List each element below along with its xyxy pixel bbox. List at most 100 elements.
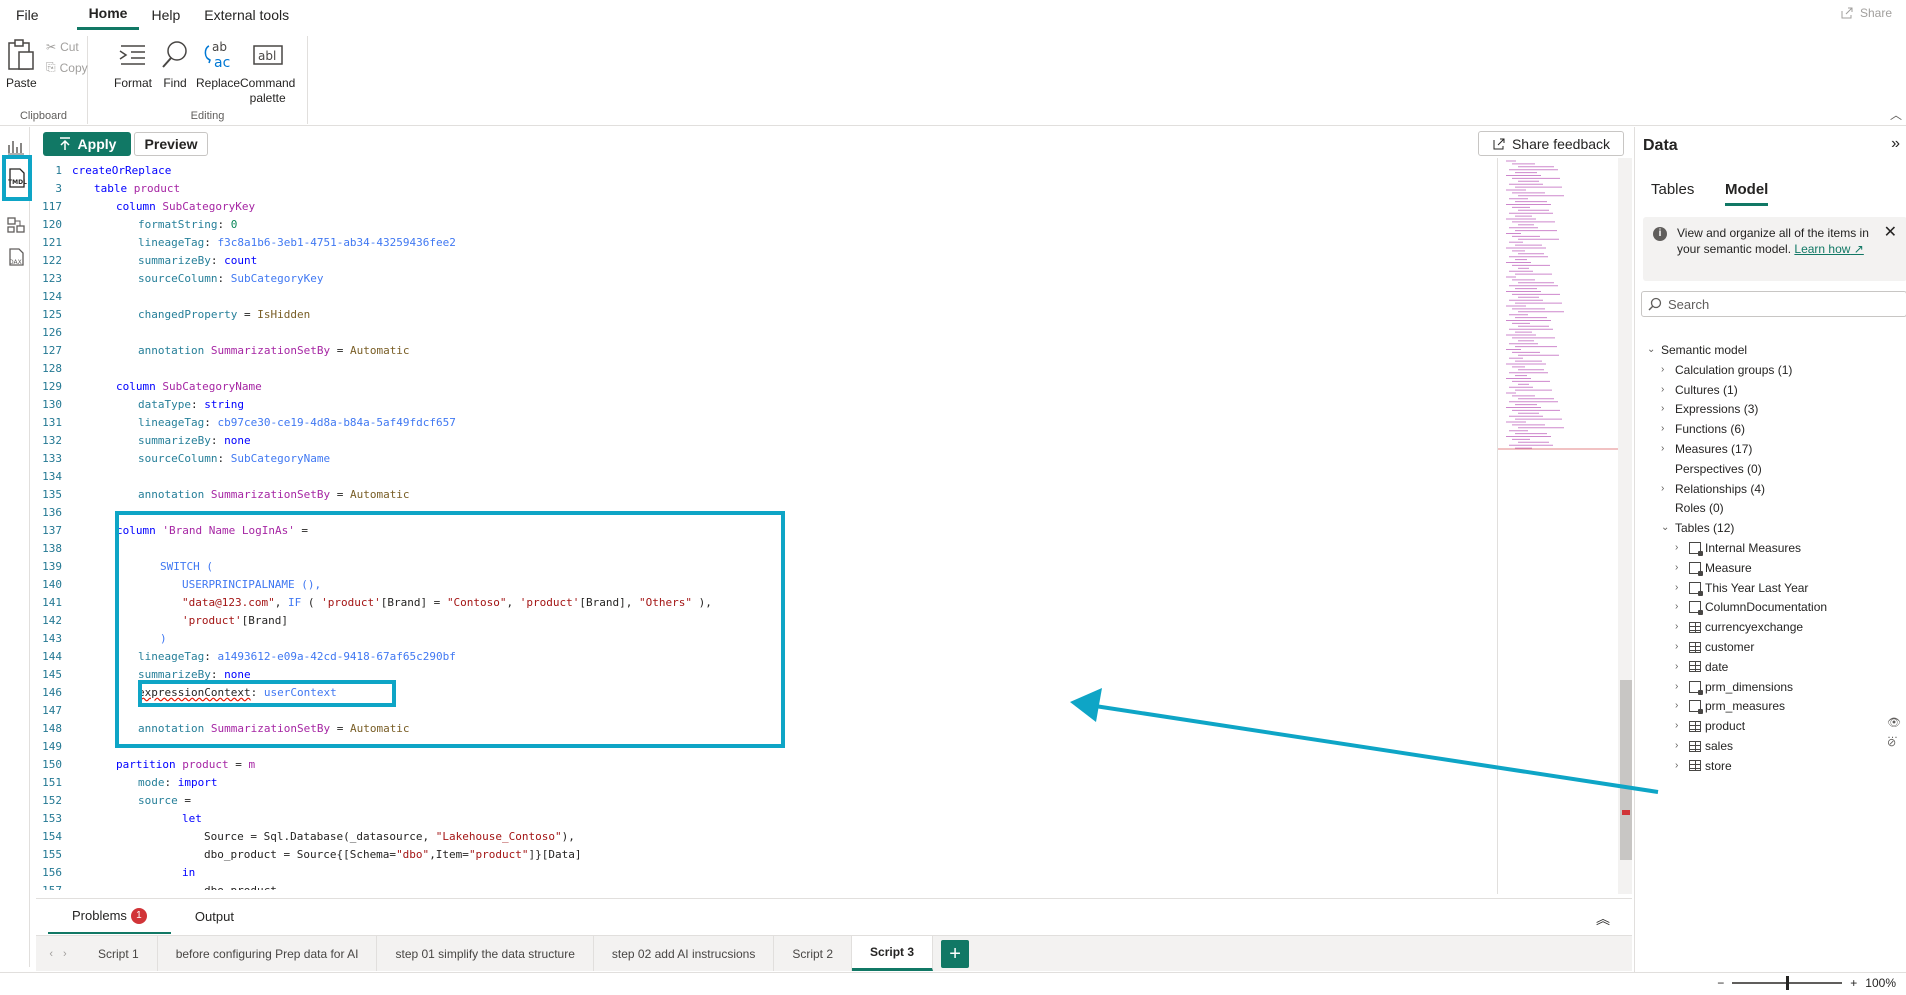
chevron-right-icon[interactable]: › [1675,716,1685,736]
tree-group[interactable]: › Cultures (1) [1661,380,1738,400]
preview-button[interactable]: Preview [134,132,208,156]
zoom-in-icon[interactable]: + [1850,976,1857,990]
tree-group[interactable]: Perspectives (0) [1661,459,1762,479]
code-line[interactable]: 3 table product [36,180,1498,198]
code-minimap[interactable] [1497,158,1620,894]
code-line[interactable]: 120 formatString: 0 [36,216,1498,234]
prev-tab-icon[interactable]: ‹ [49,948,53,960]
code-line[interactable]: 154 Source = Sql.Database(_datasource, "L… [36,828,1498,846]
script-tab[interactable]: step 01 simplify the data structure [377,936,594,971]
code-line[interactable]: 155 dbo_product = Source{[Schema="dbo",It… [36,846,1498,864]
chevron-right-icon[interactable]: › [1661,479,1671,499]
script-tab[interactable]: Script 1 [80,936,158,971]
chevron-right-icon[interactable]: › [1675,558,1685,578]
code-line[interactable]: 134 [36,468,1498,486]
chevron-right-icon[interactable]: › [1675,756,1685,776]
menu-file[interactable]: File [0,0,51,30]
chevron-right-icon[interactable]: › [1675,617,1685,637]
zoom-slider-thumb[interactable] [1786,976,1790,990]
tree-table-measure[interactable]: › Measure [1675,558,1752,578]
next-tab-icon[interactable]: › [63,948,67,960]
tree-table-prm_dimensions[interactable]: › prm_dimensions [1675,677,1793,697]
menu-external-tools[interactable]: External tools [192,0,301,30]
code-line[interactable]: 157 dbo_product [36,882,1498,890]
expand-panel-icon[interactable]: ︽ [1596,909,1610,929]
menu-help[interactable]: Help [139,0,192,30]
tab-model[interactable]: Model [1725,181,1769,206]
model-view-icon[interactable] [6,215,26,235]
tree-group[interactable]: › Relationships (4) [1661,479,1765,499]
chevron-right-icon[interactable]: › [1675,597,1685,617]
code-line[interactable]: 123 sourceColumn: SubCategoryKey [36,270,1498,288]
chevron-right-icon[interactable]: › [1675,657,1685,677]
chevron-right-icon[interactable]: › [1661,360,1671,380]
code-line[interactable]: 130 dataType: string [36,396,1498,414]
code-line[interactable]: 121 lineageTag: f3c8a1b6-3eb1-4751-ab34-4… [36,234,1498,252]
find-button[interactable]: Find [160,38,190,91]
learn-how-link[interactable]: Learn how ↗ [1794,242,1863,256]
close-icon[interactable]: ✕ [1884,225,1897,241]
tmdl-view-icon[interactable]: TMDL [2,155,32,201]
add-script-button[interactable]: + [941,940,970,968]
code-line[interactable]: 131 lineageTag: cb97ce30-ce19-4d8a-b84a-5… [36,414,1498,432]
script-tab[interactable]: step 02 add AI instrucsions [594,936,775,971]
script-tab-navigation[interactable]: ‹ › [36,936,80,971]
chevron-right-icon[interactable]: › [1675,637,1685,657]
tab-problems[interactable]: Problems 1 [48,900,171,934]
tree-group[interactable]: › Measures (17) [1661,439,1752,459]
replace-button[interactable]: ab ac Replace [196,38,240,91]
share-feedback-button[interactable]: Share feedback [1478,131,1624,156]
search-input[interactable]: Search [1641,291,1906,317]
menu-home[interactable]: Home [76,0,140,30]
format-button[interactable]: Format [114,38,152,91]
tab-output[interactable]: Output [171,900,258,934]
tree-table-prm_measures[interactable]: › prm_measures [1675,696,1785,716]
code-line[interactable]: 124 [36,288,1498,306]
tree-group[interactable]: Roles (0) [1661,498,1724,518]
tab-tables[interactable]: Tables [1651,181,1694,198]
report-view-icon[interactable] [6,137,26,157]
code-line[interactable]: 122 summarizeBy: count [36,252,1498,270]
code-line[interactable]: 133 sourceColumn: SubCategoryName [36,450,1498,468]
code-line[interactable]: 127 annotation SummarizationSetBy = Autom… [36,342,1498,360]
chevron-right-icon[interactable]: › [1675,736,1685,756]
zoom-slider[interactable] [1732,976,1843,990]
dax-query-view-icon[interactable]: DAX [6,247,26,267]
apply-button[interactable]: Apply [43,132,131,156]
tree-table-store[interactable]: › store [1675,756,1732,776]
tree-group[interactable]: ⌄ Tables (12) [1661,518,1734,538]
tree-table-customer[interactable]: › customer [1675,637,1754,657]
code-line[interactable]: 151 mode: import [36,774,1498,792]
tree-table-product[interactable]: › product [1675,716,1745,736]
chevron-right-icon[interactable]: › [1661,419,1671,439]
code-line[interactable]: 153 let [36,810,1498,828]
editor-scroll-thumb[interactable] [1620,680,1632,860]
chevron-right-icon[interactable]: › [1675,578,1685,598]
chevron-right-icon[interactable]: › [1675,677,1685,697]
chevron-right-icon[interactable]: › [1661,399,1671,419]
code-line[interactable]: 1 createOrReplace [36,162,1498,180]
tree-table-sales[interactable]: › sales [1675,736,1733,756]
code-line[interactable]: 126 [36,324,1498,342]
tree-table-this-year-last-year[interactable]: › This Year Last Year [1675,578,1808,598]
copy-button[interactable]: ⎘ Copy [46,60,88,75]
paste-button[interactable]: Paste [6,38,37,91]
chevron-right-icon[interactable]: › [1675,538,1685,558]
tree-table-internal-measures[interactable]: › Internal Measures [1675,538,1801,558]
tree-table-columndocumentation[interactable]: › ColumnDocumentation [1675,597,1827,617]
code-line[interactable]: 135 annotation SummarizationSetBy = Autom… [36,486,1498,504]
share-button[interactable]: Share [1840,6,1892,20]
code-line[interactable]: 132 summarizeBy: none [36,432,1498,450]
collapse-ribbon-icon[interactable]: ︿ [1890,106,1902,123]
script-tab[interactable]: Script 2 [774,936,853,971]
tree-group[interactable]: › Functions (6) [1661,419,1745,439]
zoom-out-icon[interactable]: − [1717,976,1724,990]
tree-group[interactable]: › Expressions (3) [1661,399,1758,419]
tree-group[interactable]: › Calculation groups (1) [1661,360,1792,380]
cut-button[interactable]: ✂ Cut [46,40,79,54]
tree-semantic-model[interactable]: ⌄ Semantic model [1647,340,1747,360]
code-line[interactable]: 156 in [36,864,1498,882]
script-tab[interactable]: before configuring Prep data for AI [158,936,378,971]
chevron-down-icon[interactable]: ⌄ [1647,340,1657,360]
chevron-right-icon[interactable]: › [1675,696,1685,716]
